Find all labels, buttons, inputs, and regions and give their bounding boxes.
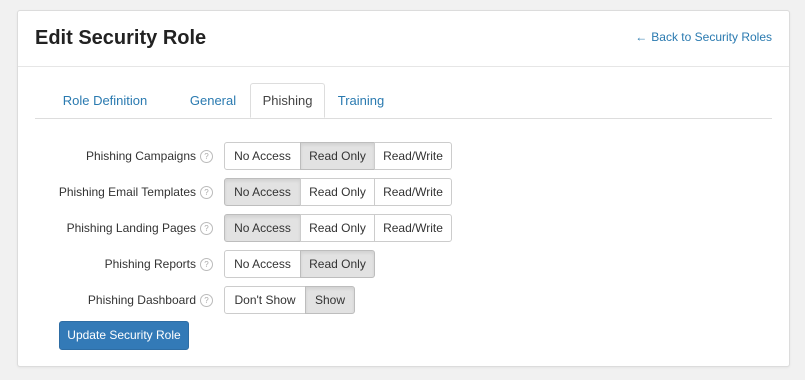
tab-general[interactable]: General	[183, 83, 243, 118]
option-read-only-button[interactable]: Read Only	[300, 214, 375, 242]
permission-button-group: No Access Read Only Read/Write	[224, 178, 452, 206]
option-don-t-show-button[interactable]: Don't Show	[224, 286, 306, 314]
help-icon[interactable]: ?	[200, 257, 213, 271]
permission-row: Phishing Email Templates? No Access Read O…	[18, 178, 789, 206]
tab-bar: Role Definition General Phishing Trainin…	[35, 83, 772, 119]
permission-label: Phishing Email Templates?	[59, 178, 213, 206]
back-to-security-roles-link[interactable]: ← Back to Security Roles	[635, 29, 772, 45]
permission-row: Phishing Reports? No Access Read Only	[18, 250, 789, 278]
permission-button-group: No Access Read Only Read/Write	[224, 214, 452, 242]
back-link-label: Back to Security Roles	[651, 30, 772, 44]
tab-phishing[interactable]: Phishing	[250, 83, 325, 118]
option-read-only-button[interactable]: Read Only	[300, 250, 375, 278]
permission-label-text: Phishing Landing Pages	[66, 221, 196, 235]
permission-button-group: Don't Show Show	[224, 286, 355, 314]
permission-label-text: Phishing Reports	[104, 257, 196, 271]
permission-row: Phishing Landing Pages? No Access Read Onl…	[18, 214, 789, 242]
option-no-access-button[interactable]: No Access	[224, 142, 301, 170]
option-read-write-button[interactable]: Read/Write	[374, 214, 452, 242]
permission-label: Phishing Dashboard?	[88, 286, 213, 314]
help-icon[interactable]: ?	[200, 293, 213, 307]
permission-label: Phishing Campaigns?	[86, 142, 213, 170]
permission-row: Phishing Campaigns? No Access Read Only Rea…	[18, 142, 789, 170]
permission-label: Phishing Reports?	[105, 250, 213, 278]
permission-label-text: Phishing Campaigns	[85, 149, 196, 163]
tab-training[interactable]: Training	[333, 83, 389, 118]
update-security-role-button[interactable]: Update Security Role	[59, 321, 189, 350]
permission-label-text: Phishing Email Templates	[58, 185, 196, 199]
option-show-button[interactable]: Show	[305, 286, 355, 314]
tab-role-definition[interactable]: Role Definition	[50, 83, 160, 118]
option-no-access-button[interactable]: No Access	[224, 250, 301, 278]
permission-row: Phishing Dashboard? Don't Show Show	[18, 286, 789, 314]
help-icon[interactable]: ?	[200, 185, 213, 199]
option-read-write-button[interactable]: Read/Write	[374, 142, 452, 170]
arrow-left-icon: ←	[635, 30, 648, 44]
permission-label-text: Phishing Dashboard	[87, 293, 196, 307]
option-no-access-button[interactable]: No Access	[224, 214, 301, 242]
panel-header: Edit Security Role ← Back to Security Ro…	[18, 11, 789, 67]
help-icon[interactable]: ?	[200, 221, 213, 235]
option-read-only-button[interactable]: Read Only	[300, 142, 375, 170]
permission-button-group: No Access Read Only	[224, 250, 375, 278]
option-read-only-button[interactable]: Read Only	[300, 178, 375, 206]
help-icon[interactable]: ?	[200, 149, 213, 163]
permission-button-group: No Access Read Only Read/Write	[224, 142, 452, 170]
option-no-access-button[interactable]: No Access	[224, 178, 301, 206]
option-read-write-button[interactable]: Read/Write	[374, 178, 452, 206]
page-title: Edit Security Role	[35, 27, 207, 49]
edit-security-role-panel: Edit Security Role ← Back to Security Ro…	[17, 10, 790, 367]
permission-label: Phishing Landing Pages?	[67, 214, 213, 242]
